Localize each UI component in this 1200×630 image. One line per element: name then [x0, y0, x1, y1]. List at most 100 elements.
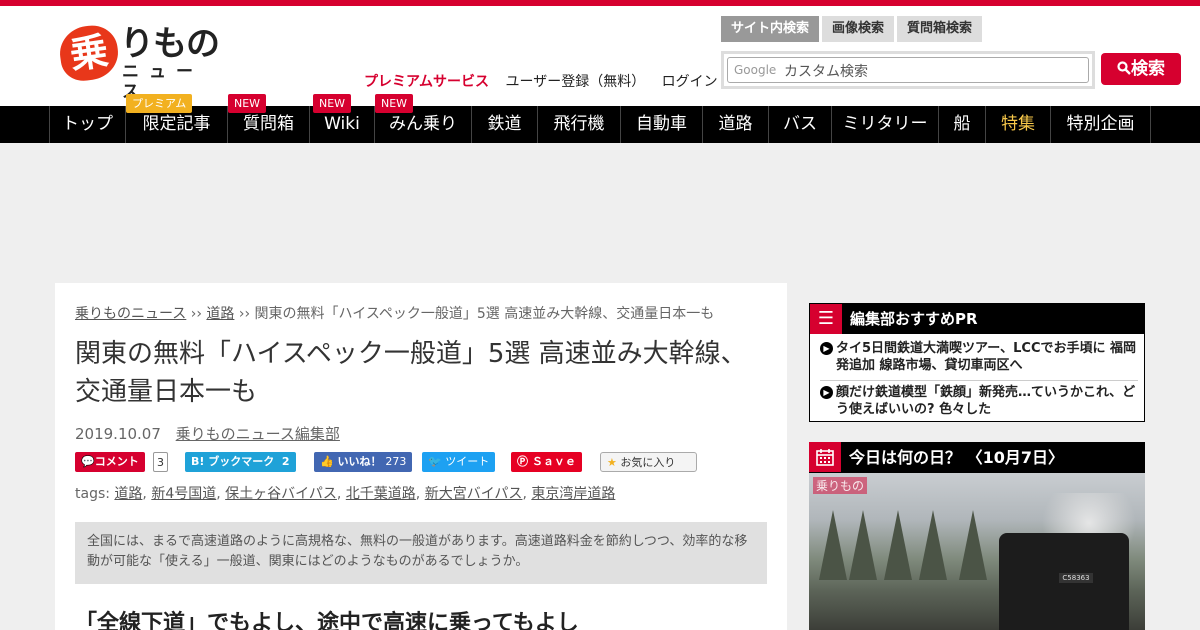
pr-box-header: ☰ 編集部おすすめPR [810, 304, 1144, 334]
tab-site-search[interactable]: サイト内検索 [721, 16, 820, 42]
nav-item-road[interactable]: 道路 [702, 106, 768, 143]
site-logo[interactable]: 乗 りもの ニュース [56, 22, 220, 102]
search-input[interactable]: Google カスタム検索 [721, 51, 1095, 89]
breadcrumb-separator: ›› [238, 306, 251, 322]
nav-label: 船 [953, 114, 971, 134]
logo-mark: 乗 [56, 22, 122, 84]
google-label: Google [734, 63, 777, 77]
breadcrumb-separator: ›› [190, 306, 202, 322]
like-count: 273 [385, 455, 407, 468]
article-main: 乗りものニュース ›› 道路 ›› 関東の無料「ハイスペック一般道」5選 高速並… [55, 283, 787, 630]
nav-item-wiki[interactable]: NEW Wiki [309, 94, 374, 143]
pr-box-title: 編集部おすすめPR [850, 310, 978, 328]
tag-list: tags: 道路, 新4号国道, 保土ヶ谷バイパス, 北千葉道路, 新大宮バイパ… [75, 486, 616, 502]
nav-item-top[interactable]: トップ [49, 106, 125, 143]
tree [884, 510, 912, 580]
steam-locomotive-photo[interactable]: 乗りもの C58363 [809, 473, 1145, 630]
article-date: 2019.10.07 [75, 425, 161, 443]
article-meta: 2019.10.07 乗りものニュース編集部 [75, 423, 340, 444]
facebook-like-button[interactable]: 👍 いいね！ 273 [314, 452, 413, 472]
nav-item-limited[interactable]: プレミアム 限定記事 [125, 94, 227, 143]
hatena-count: 2 [281, 455, 290, 468]
register-link[interactable]: ユーザー登録（無料） [505, 74, 645, 90]
login-link[interactable]: ログイン [662, 74, 718, 90]
nav-item-bus[interactable]: バス [768, 106, 831, 143]
tag-link[interactable]: 新4号国道 [151, 486, 216, 502]
pr-item[interactable]: ▶ 顔だけ鉄道模型「鉄顔」新発売…ていうかこれ、どう使えばいいの? 色々した [820, 380, 1138, 418]
like-label: いいね！ [337, 455, 382, 468]
premium-badge: プレミアム [126, 94, 193, 113]
calendar-icon [809, 442, 841, 472]
photo-watermark: 乗りもの [813, 477, 868, 494]
chevron-right-icon: ▶ [820, 386, 833, 399]
nav-item-special-project[interactable]: 特別企画 [1050, 106, 1151, 143]
nav-item-military[interactable]: ミリタリー [831, 106, 938, 143]
nav-label: 自動車 [636, 114, 687, 134]
editor-pr-box: ☰ 編集部おすすめPR ▶ タイ5日間鉄道大満喫ツアー、LCCでお手頃に 福岡発… [809, 303, 1145, 422]
today-box-header: 今日は何の日？ 〈10月7日〉 [809, 442, 1145, 473]
new-badge: NEW [228, 94, 267, 113]
breadcrumb-home[interactable]: 乗りものニュース [75, 306, 186, 322]
nav-label: 特集 [1001, 114, 1035, 134]
comment-icon: 💬 [81, 455, 95, 468]
search-icon [1117, 61, 1131, 75]
nav-item-feature[interactable]: 特集 [985, 106, 1050, 143]
tags-label: tags: [75, 486, 110, 502]
nav-label: 飛行機 [553, 114, 605, 134]
nav-label: Wiki [324, 114, 360, 134]
logo-text: りもの [120, 24, 220, 64]
pinterest-save-button[interactable]: Ⓟ Ｓａｖｅ [511, 452, 582, 472]
search-placeholder: カスタム検索 [784, 64, 868, 80]
article-lead: 全国には、まるで高速道路のように高規格な、無料の一般道があります。高速道路料金を… [75, 522, 767, 584]
header-links: プレミアムサービス ユーザー登録（無料） ログイン [364, 72, 730, 92]
site-header: 乗 りもの ニュース プレミアムサービス ユーザー登録（無料） ログイン サイト… [0, 6, 1200, 106]
breadcrumb-category[interactable]: 道路 [206, 306, 234, 322]
nav-label: ミリタリー [842, 114, 928, 134]
tree [819, 510, 847, 580]
twitter-bird-icon: 🐦 [428, 455, 442, 468]
tag-link[interactable]: 道路 [114, 486, 142, 502]
chevron-right-icon: ▶ [820, 342, 833, 355]
premium-service-link[interactable]: プレミアムサービス [364, 74, 489, 90]
list-icon: ☰ [810, 304, 842, 334]
article-author[interactable]: 乗りものニュース編集部 [176, 425, 340, 443]
tweet-button[interactable]: 🐦 ツイート [422, 452, 496, 472]
today-box-title: 今日は何の日？ 〈10月7日〉 [849, 448, 1064, 467]
nav-item-airplane[interactable]: 飛行機 [537, 106, 620, 143]
ad-space [0, 143, 1200, 283]
tag-link[interactable]: 北千葉道路 [346, 486, 416, 502]
nav-item-ship[interactable]: 船 [938, 106, 985, 143]
nav-item-railway[interactable]: 鉄道 [471, 106, 537, 143]
hatena-label: B! ブックマーク [191, 455, 275, 468]
nav-label: 質問箱 [243, 114, 294, 134]
hatena-bookmark-button[interactable]: B! ブックマーク 2 [185, 452, 296, 472]
tweet-label: ツイート [445, 455, 490, 468]
nav-label: バス [783, 114, 817, 134]
nav-item-car[interactable]: 自動車 [620, 106, 702, 143]
tag-link[interactable]: 東京湾岸道路 [531, 486, 615, 502]
search-tabs: サイト内検索 画像検索 質問箱検索 [721, 16, 985, 42]
comment-button[interactable]: 💬コメント [75, 452, 145, 472]
nav-item-minnori[interactable]: NEW みん乗り [374, 94, 471, 143]
pr-item[interactable]: ▶ タイ5日間鉄道大満喫ツアー、LCCでお手頃に 福岡発追加 線路市場、貸切車両… [820, 340, 1138, 374]
article-subheading: 「全線下道」でもよし、途中で高速に乗ってもよし [75, 611, 579, 630]
pr-item-text: 顔だけ鉄道模型「鉄顔」新発売…ていうかこれ、どう使えばいいの? 色々した [836, 385, 1136, 417]
nav-label: みん乗り [389, 114, 457, 134]
tag-link[interactable]: 保土ヶ谷バイパス [225, 486, 337, 502]
star-icon: ★ [607, 456, 617, 469]
search-button[interactable]: 検索 [1101, 53, 1181, 85]
tag-link[interactable]: 新大宮バイパス [425, 486, 523, 502]
tab-image-search[interactable]: 画像検索 [822, 16, 895, 42]
nav-label: 限定記事 [142, 114, 211, 134]
comment-count: 3 [153, 452, 168, 472]
tree [849, 510, 877, 580]
nav-label: 道路 [718, 114, 753, 134]
search-input-field[interactable]: Google カスタム検索 [727, 57, 1089, 83]
nav-label: 鉄道 [487, 114, 522, 134]
breadcrumb: 乗りものニュース ›› 道路 ›› 関東の無料「ハイスペック一般道」5選 高速並… [75, 303, 714, 323]
tab-question-search[interactable]: 質問箱検索 [897, 16, 983, 42]
favorite-button[interactable]: ★ お気に入り [600, 452, 697, 472]
today-in-history-box: 今日は何の日？ 〈10月7日〉 乗りもの C58363 [809, 442, 1145, 630]
nav-item-questions[interactable]: NEW 質問箱 [227, 94, 309, 143]
nav-label: トップ [62, 114, 113, 134]
